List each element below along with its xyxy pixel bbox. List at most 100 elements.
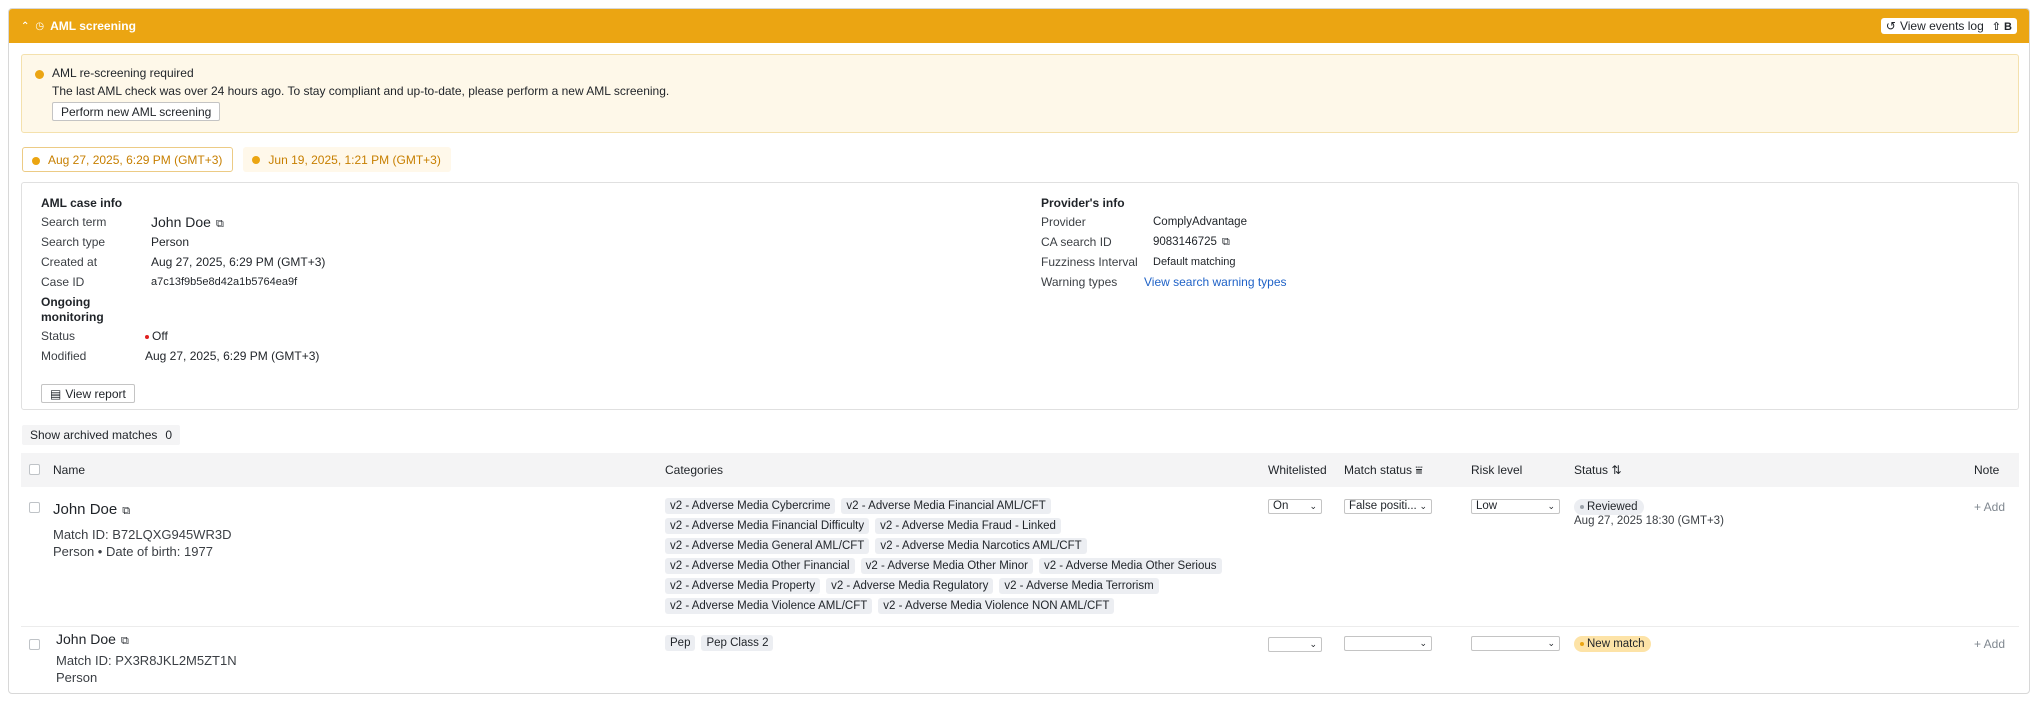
match-id: Match ID: B72LQXG945WR3D bbox=[53, 527, 232, 542]
alert-title: AML re-screening required bbox=[52, 66, 194, 80]
match-id: Match ID: PX3R8JKL2M5ZT1N bbox=[56, 653, 237, 668]
view-report-button[interactable]: ▤ View report bbox=[41, 384, 135, 403]
search-term-value: John Doe ⧉ bbox=[151, 214, 224, 230]
whitelisted-select[interactable]: ⌄ bbox=[1268, 637, 1322, 652]
col-match-status[interactable]: Match status ⩸ bbox=[1344, 463, 1423, 478]
match-status-select[interactable]: False positi... ⌄ bbox=[1344, 499, 1432, 514]
status-time: Aug 27, 2025 18:30 (GMT+3) bbox=[1574, 515, 1724, 527]
category-tag: v2 - Adverse Media Other Minor bbox=[860, 558, 1033, 574]
col-whitelisted: Whitelisted bbox=[1268, 463, 1327, 477]
col-status[interactable]: Status ⇅ bbox=[1574, 463, 1621, 477]
add-note-button[interactable]: + Add bbox=[1974, 637, 2005, 651]
ongoing-monitoring-label: Ongoing monitoring bbox=[41, 295, 104, 324]
created-value: Aug 27, 2025, 6:29 PM (GMT+3) bbox=[151, 255, 326, 269]
shortcut-hint: ⇧ B bbox=[1991, 20, 2012, 33]
search-type-label: Search type bbox=[41, 235, 106, 249]
status-badge: Reviewed bbox=[1574, 499, 1644, 515]
document-icon: ▤ bbox=[50, 386, 62, 401]
status-label: Status bbox=[41, 329, 76, 343]
category-tag: Pep Class 2 bbox=[701, 635, 774, 651]
status-dot-icon bbox=[145, 334, 149, 339]
warning-types-label: Warning types bbox=[1041, 275, 1118, 289]
match-name[interactable]: John Doe ⧉ bbox=[53, 501, 130, 518]
category-tag: Pep bbox=[665, 635, 696, 651]
col-categories: Categories bbox=[665, 463, 724, 477]
match-name[interactable]: John Doe ⧉ bbox=[56, 631, 129, 648]
col-name[interactable]: Name bbox=[53, 463, 85, 477]
chevron-down-icon: ⌄ bbox=[1419, 501, 1427, 511]
match-status-select[interactable]: ⌄ bbox=[1344, 636, 1432, 651]
case-info-card: AML case info Search term John Doe ⧉ Searc… bbox=[21, 182, 2019, 410]
match-meta: Person bbox=[56, 670, 98, 685]
rescreening-alert: AML re-screening required The last AML c… bbox=[21, 54, 2019, 133]
clock-icon: ◷ bbox=[35, 20, 45, 32]
case-id-value: a7c13f9b5e8d42a1b5764ea9f bbox=[151, 276, 298, 288]
category-tag: v2 - Adverse Media Financial Difficulty bbox=[665, 518, 870, 534]
category-tag: v2 - Adverse Media Terrorism bbox=[999, 578, 1159, 594]
col-note: Note bbox=[1974, 463, 2000, 477]
match-meta: Person • Date of birth: 1977 bbox=[53, 544, 213, 559]
warning-icon bbox=[35, 70, 44, 79]
sort-icon: ⇅ bbox=[1611, 463, 1622, 477]
aml-screening-panel: ⌃ ◷ AML screening ↺ View events log ⇧ B … bbox=[8, 8, 2030, 694]
select-all-checkbox[interactable] bbox=[29, 464, 40, 475]
fuzziness-label: Fuzziness Interval bbox=[1041, 255, 1138, 269]
perform-screening-button[interactable]: Perform new AML screening bbox=[52, 102, 221, 121]
category-tag: v2 - Adverse Media Other Serious bbox=[1038, 558, 1222, 574]
chevron-down-icon: ⌄ bbox=[1419, 638, 1427, 648]
add-note-button[interactable]: + Add bbox=[1974, 500, 2005, 514]
chevron-down-icon: ⌄ bbox=[1547, 501, 1555, 511]
panel-header[interactable]: ⌃ ◷ AML screening ↺ View events log ⇧ B bbox=[9, 9, 2029, 43]
view-events-log-button[interactable]: ↺ View events log ⇧ B bbox=[1880, 18, 2017, 34]
table-row[interactable]: John Doe ⧉ Match ID: B72LQXG945WR3D Perso… bbox=[21, 487, 2019, 626]
category-tag: v2 - Adverse Media Property bbox=[665, 578, 821, 594]
category-tag: v2 - Adverse Media Financial AML/CFT bbox=[841, 498, 1051, 514]
aml-case-info: AML case info Search term John Doe ⧉ Searc… bbox=[41, 196, 541, 366]
category-tags: Pep Pep Class 2 bbox=[665, 635, 1225, 651]
provider-info-title: Provider's info bbox=[1041, 196, 1125, 210]
category-tag: v2 - Adverse Media Violence AML/CFT bbox=[665, 598, 873, 614]
fuzziness-value: Default matching bbox=[1153, 256, 1236, 268]
copy-icon[interactable]: ⧉ bbox=[122, 505, 130, 517]
provider-value: ComplyAdvantage bbox=[1153, 216, 1247, 228]
category-tag: v2 - Adverse Media General AML/CFT bbox=[665, 538, 870, 554]
filter-icon: ⩸ bbox=[1415, 463, 1423, 477]
copy-icon[interactable]: ⧉ bbox=[1222, 236, 1230, 248]
category-tag: v2 - Adverse Media Violence NON AML/CFT bbox=[878, 598, 1115, 614]
alert-message: The last AML check was over 24 hours ago… bbox=[52, 84, 670, 98]
whitelisted-select[interactable]: On ⌄ bbox=[1268, 499, 1322, 514]
risk-level-select[interactable]: Low ⌄ bbox=[1471, 499, 1560, 514]
panel-title: AML screening bbox=[50, 19, 136, 33]
category-tag: v2 - Adverse Media Regulatory bbox=[826, 578, 994, 594]
status-badge: New match bbox=[1574, 636, 1651, 652]
table-row[interactable]: John Doe ⧉ Match ID: PX3R8JKL2M5ZT1N Pers… bbox=[21, 627, 2019, 693]
provider-label: Provider bbox=[1041, 215, 1086, 229]
provider-info: Provider's info Provider ComplyAdvantage … bbox=[1041, 196, 1541, 292]
case-info-title: AML case info bbox=[41, 196, 123, 210]
search-term-label: Search term bbox=[41, 215, 107, 229]
row-checkbox[interactable] bbox=[29, 639, 40, 650]
chevron-down-icon: ⌄ bbox=[1309, 639, 1317, 649]
copy-icon[interactable]: ⧉ bbox=[216, 218, 224, 230]
row-checkbox[interactable] bbox=[29, 502, 40, 513]
category-tag: v2 - Adverse Media Narcotics AML/CFT bbox=[875, 538, 1087, 554]
warning-types-link[interactable]: View search warning types bbox=[1144, 272, 1287, 292]
chevron-up-icon[interactable]: ⌃ bbox=[21, 21, 29, 32]
screening-date-tabs: Aug 27, 2025, 6:29 PM (GMT+3) Jun 19, 20… bbox=[22, 147, 451, 172]
ca-search-id-value: 9083146725 ⧉ bbox=[1153, 236, 1230, 248]
search-type-value: Person bbox=[151, 235, 190, 249]
monitoring-status: Off bbox=[145, 326, 168, 346]
category-tag: v2 - Adverse Media Cybercrime bbox=[665, 498, 836, 514]
risk-level-select[interactable]: ⌄ bbox=[1471, 636, 1560, 651]
show-archived-toggle[interactable]: Show archived matches 0 bbox=[22, 425, 181, 445]
case-id-label: Case ID bbox=[41, 275, 85, 289]
date-tab-1[interactable]: Aug 27, 2025, 6:29 PM (GMT+3) bbox=[22, 147, 234, 172]
table-header: Name Categories Whitelisted Match status… bbox=[21, 453, 2019, 487]
created-label: Created at bbox=[41, 255, 98, 269]
category-tag: v2 - Adverse Media Fraud - Linked bbox=[875, 518, 1061, 534]
history-icon: ↺ bbox=[1885, 19, 1896, 33]
date-tab-2[interactable]: Jun 19, 2025, 1:21 PM (GMT+3) bbox=[243, 147, 451, 172]
copy-icon[interactable]: ⧉ bbox=[121, 635, 129, 647]
chevron-down-icon: ⌄ bbox=[1547, 638, 1555, 648]
archived-count: 0 bbox=[165, 428, 173, 442]
